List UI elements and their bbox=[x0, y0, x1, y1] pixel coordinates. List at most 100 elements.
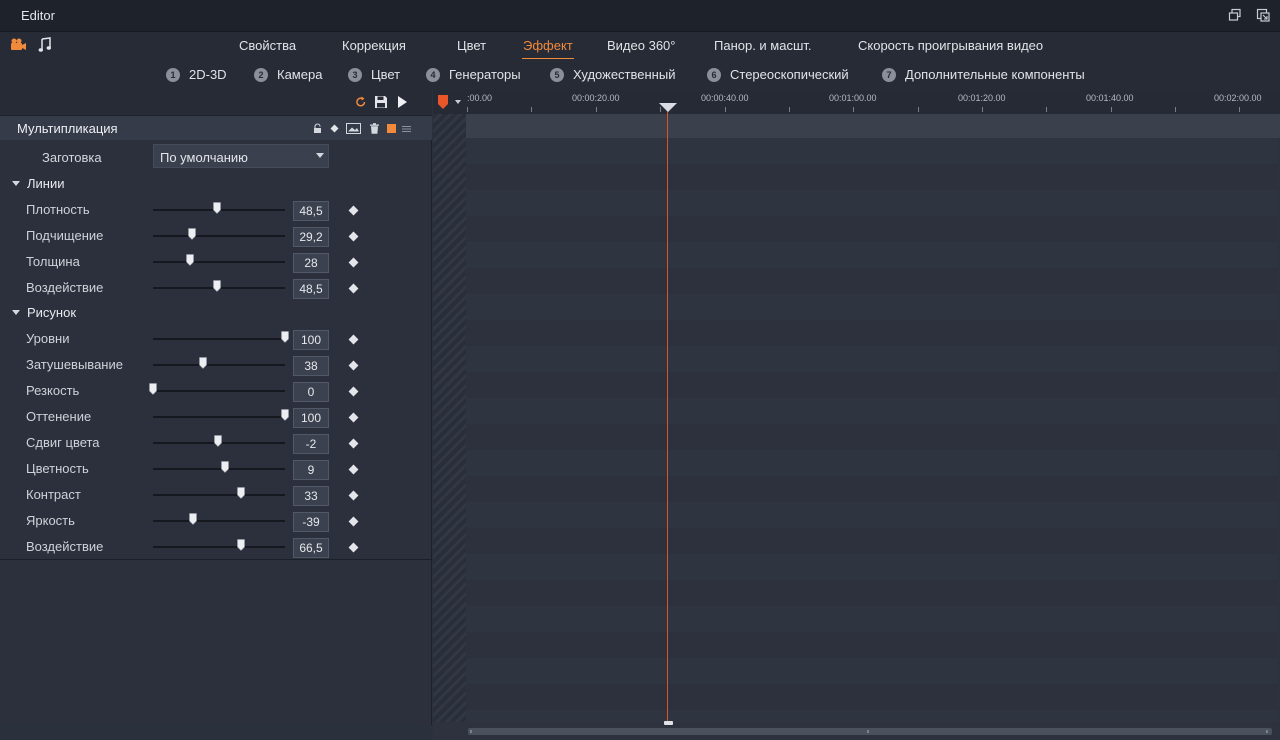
param-slider[interactable] bbox=[153, 409, 289, 423]
add-keyframe-icon[interactable] bbox=[348, 516, 359, 527]
param-slider[interactable] bbox=[153, 539, 285, 553]
param-slider[interactable] bbox=[153, 435, 285, 449]
section-drawing-header[interactable]: Рисунок bbox=[12, 303, 76, 321]
keyframe-timeline[interactable]: :00.00 00:00:20.00 00:00:40.00 00:01:00.… bbox=[433, 90, 1280, 740]
add-keyframe-icon[interactable] bbox=[348, 231, 359, 242]
subtab-camera[interactable]: 2 Камера bbox=[254, 67, 322, 82]
slider-thumb[interactable] bbox=[236, 487, 245, 499]
restore-window-icon[interactable] bbox=[1228, 8, 1242, 22]
keyframe-diamond-icon[interactable] bbox=[329, 122, 340, 133]
param-slider[interactable] bbox=[153, 487, 285, 501]
add-keyframe-icon[interactable] bbox=[348, 412, 359, 423]
slider-thumb[interactable] bbox=[281, 331, 289, 343]
detach-window-icon[interactable] bbox=[1256, 8, 1270, 22]
subtab-color[interactable]: 3 Цвет bbox=[348, 67, 400, 82]
effect-track-row[interactable] bbox=[433, 114, 1280, 138]
number-badge: 3 bbox=[348, 67, 362, 82]
play-icon[interactable] bbox=[396, 95, 410, 109]
effect-header: Мультипликация bbox=[0, 116, 432, 140]
param-label: Контраст bbox=[26, 487, 81, 502]
drag-handle-icon[interactable] bbox=[401, 122, 412, 133]
tick-label: :00.00 bbox=[467, 93, 493, 103]
enable-toggle-icon[interactable] bbox=[386, 122, 397, 133]
subtab-stereoscopic[interactable]: 6 Стереоскопический bbox=[707, 67, 849, 82]
param-slider[interactable] bbox=[153, 228, 285, 242]
subtab-2d-3d[interactable]: 1 2D-3D bbox=[166, 67, 227, 82]
param-label: Плотность bbox=[26, 202, 90, 217]
param-value-input[interactable]: 0 bbox=[293, 382, 329, 402]
add-keyframe-icon[interactable] bbox=[348, 386, 359, 397]
playhead-handle-icon[interactable] bbox=[659, 103, 677, 112]
subtab-artistic[interactable]: 5 Художественный bbox=[550, 67, 675, 82]
tab-effect[interactable]: Эффект bbox=[522, 38, 574, 59]
param-value-input[interactable]: 100 bbox=[293, 330, 329, 350]
param-value-input[interactable]: 66,5 bbox=[293, 538, 329, 558]
slider-thumb[interactable] bbox=[149, 383, 157, 395]
subtab-additional-components[interactable]: 7 Дополнительные компоненты bbox=[882, 67, 1085, 82]
param-value-input[interactable]: 48,5 bbox=[293, 201, 329, 221]
add-keyframe-icon[interactable] bbox=[348, 542, 359, 553]
subtab-generators[interactable]: 4 Генераторы bbox=[426, 67, 521, 82]
image-effect-icon[interactable] bbox=[346, 122, 361, 134]
tab-playback-speed[interactable]: Скорость проигрывания видео bbox=[858, 38, 1043, 53]
save-icon[interactable] bbox=[374, 95, 388, 109]
chevron-down-icon bbox=[316, 153, 324, 158]
panel-divider bbox=[0, 559, 432, 560]
tick-mark bbox=[1239, 107, 1240, 112]
slider-thumb[interactable] bbox=[221, 461, 229, 473]
slider-thumb[interactable] bbox=[213, 202, 221, 214]
slider-thumb[interactable] bbox=[213, 280, 221, 292]
param-value-input[interactable]: 33 bbox=[293, 486, 329, 506]
param-slider[interactable] bbox=[153, 331, 289, 345]
slider-thumb[interactable] bbox=[199, 357, 207, 369]
slider-thumb[interactable] bbox=[281, 409, 289, 421]
tab-color[interactable]: Цвет bbox=[457, 38, 486, 53]
time-ruler[interactable]: :00.00 00:00:20.00 00:00:40.00 00:01:00.… bbox=[433, 90, 1280, 114]
param-slider[interactable] bbox=[153, 513, 285, 527]
lock-icon[interactable] bbox=[312, 122, 323, 133]
param-row: Уровни 100 bbox=[0, 324, 432, 350]
slider-thumb[interactable] bbox=[189, 513, 198, 525]
slider-thumb[interactable] bbox=[187, 228, 196, 240]
param-value-input[interactable]: 38 bbox=[293, 356, 329, 376]
param-slider[interactable] bbox=[153, 254, 285, 268]
number-badge: 1 bbox=[166, 67, 180, 82]
reset-icon[interactable] bbox=[354, 95, 368, 109]
param-value-input[interactable]: 29,2 bbox=[293, 227, 329, 247]
add-keyframe-icon[interactable] bbox=[348, 438, 359, 449]
slider-thumb[interactable] bbox=[186, 254, 194, 266]
add-keyframe-icon[interactable] bbox=[348, 490, 359, 501]
param-value-input[interactable]: 48,5 bbox=[293, 279, 329, 299]
add-keyframe-icon[interactable] bbox=[348, 334, 359, 345]
param-value-input[interactable]: 28 bbox=[293, 253, 329, 273]
tab-properties[interactable]: Свойства bbox=[239, 38, 296, 53]
tab-correction[interactable]: Коррекция bbox=[342, 38, 406, 53]
add-keyframe-icon[interactable] bbox=[348, 283, 359, 294]
param-slider[interactable] bbox=[149, 383, 285, 397]
add-keyframe-icon[interactable] bbox=[348, 360, 359, 371]
horizontal-scrollbar[interactable] bbox=[468, 728, 1272, 735]
slider-thumb[interactable] bbox=[213, 435, 222, 447]
trash-icon[interactable] bbox=[369, 122, 380, 134]
marker-dropdown-icon[interactable] bbox=[455, 100, 461, 104]
param-slider[interactable] bbox=[153, 357, 285, 371]
section-lines-header[interactable]: Линии bbox=[12, 174, 65, 192]
start-marker-icon[interactable] bbox=[438, 95, 448, 109]
param-value-input[interactable]: 9 bbox=[293, 460, 329, 480]
slider-thumb[interactable] bbox=[236, 539, 245, 551]
param-slider[interactable] bbox=[153, 280, 285, 294]
parameter-track-area[interactable] bbox=[466, 138, 1278, 722]
param-value-input[interactable]: -39 bbox=[293, 512, 329, 532]
preset-dropdown[interactable]: По умолчанию bbox=[153, 144, 329, 168]
add-keyframe-icon[interactable] bbox=[348, 464, 359, 475]
playhead-line bbox=[667, 110, 668, 722]
playhead-bottom-handle[interactable] bbox=[664, 721, 673, 725]
tab-video-360[interactable]: Видео 360° bbox=[607, 38, 675, 53]
param-value-input[interactable]: -2 bbox=[293, 434, 329, 454]
param-value-input[interactable]: 100 bbox=[293, 408, 329, 428]
tab-pan-zoom[interactable]: Панор. и масшт. bbox=[714, 38, 812, 53]
param-slider[interactable] bbox=[153, 202, 285, 216]
param-slider[interactable] bbox=[153, 461, 285, 475]
add-keyframe-icon[interactable] bbox=[348, 257, 359, 268]
add-keyframe-icon[interactable] bbox=[348, 205, 359, 216]
